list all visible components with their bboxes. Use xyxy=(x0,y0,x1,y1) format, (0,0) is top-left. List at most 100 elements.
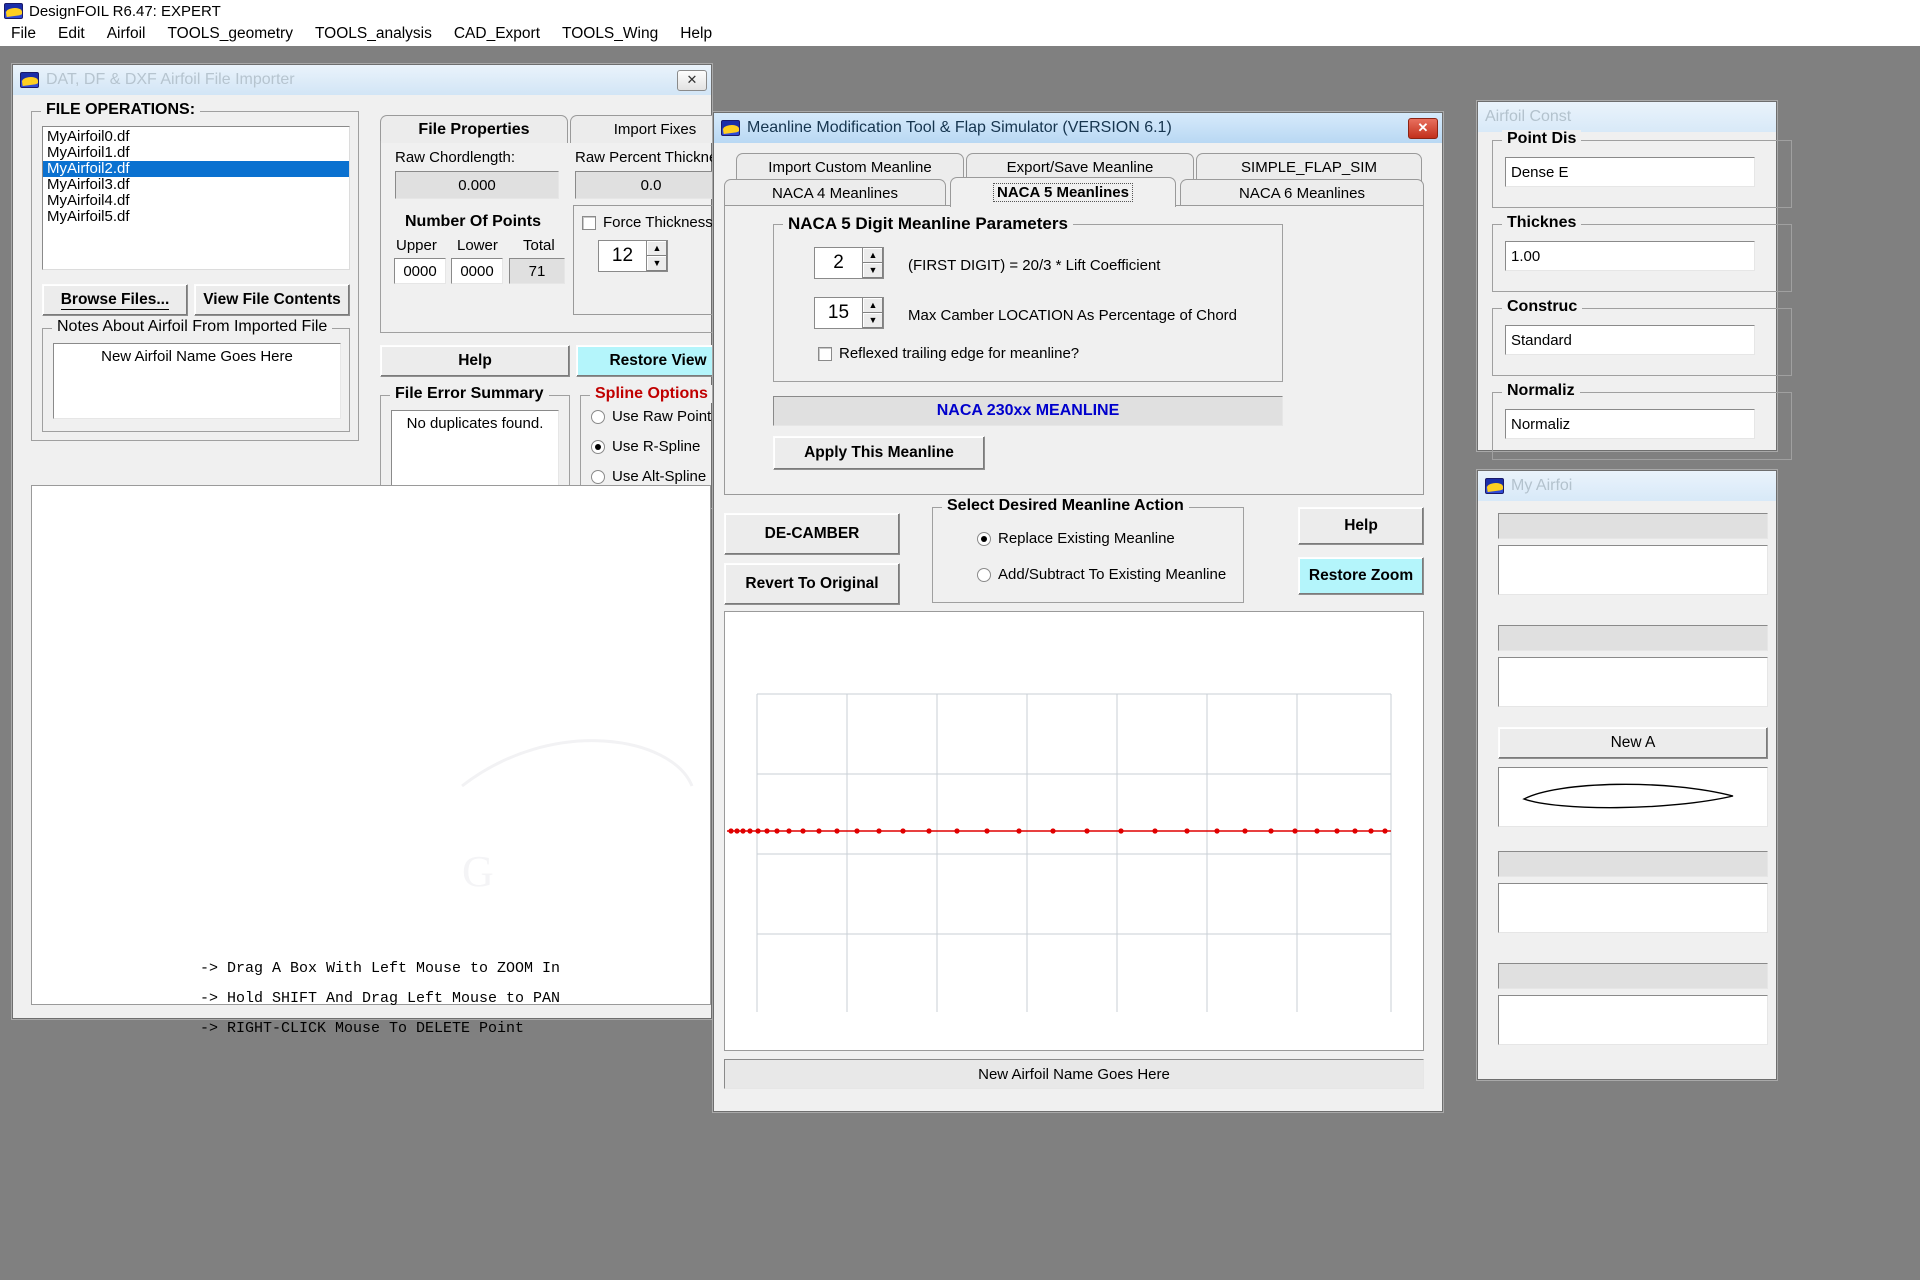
normalize-field[interactable]: Normaliz xyxy=(1505,409,1755,439)
menu-item-cad-export[interactable]: CAD_Export xyxy=(443,23,551,45)
stepper-down-icon[interactable]: ▼ xyxy=(863,263,883,278)
file-importer-close-button[interactable]: ✕ xyxy=(677,69,707,91)
force-thickness-stepper[interactable]: 12 ▲ ▼ xyxy=(598,240,668,272)
first-digit-label: (FIRST DIGIT) = 20/3 * Lift Coefficient xyxy=(908,257,1161,274)
stepper-down-icon[interactable]: ▼ xyxy=(647,256,667,271)
file-importer-titlebar: DAT, DF & DXF Airfoil File Importer ✕ xyxy=(13,65,711,95)
tab-simple-flap-sim[interactable]: SIMPLE_FLAP_SIM xyxy=(1196,153,1422,181)
meanline-plot-canvas[interactable] xyxy=(724,611,1424,1051)
file-error-summary-text-box: No duplicates found. xyxy=(391,410,559,494)
radio-use-raw-points[interactable]: Use Raw Points xyxy=(591,408,719,425)
meanline-plot-graphics xyxy=(727,693,1392,1012)
importer-plot-canvas[interactable]: G -> Drag A Box With Left Mouse to ZOOM … xyxy=(31,485,711,1037)
list-item[interactable]: MyAirfoil4.df xyxy=(43,193,349,209)
revert-to-original-button[interactable]: Revert To Original xyxy=(724,563,900,605)
tab-file-properties[interactable]: File Properties xyxy=(380,115,568,143)
menu-bar[interactable]: File Edit Airfoil TOOLS_geometry TOOLS_a… xyxy=(0,22,1920,46)
stepper-arrows[interactable]: ▲ ▼ xyxy=(646,240,668,272)
tab-naca-6-meanlines[interactable]: NACA 6 Meanlines xyxy=(1180,179,1424,207)
my-airfoil-window: My Airfoi New A xyxy=(1477,470,1777,1080)
first-digit-stepper[interactable]: 2 ▲ ▼ xyxy=(814,247,884,279)
raw-chordlength-value: 0.000 xyxy=(395,171,559,199)
browse-files-button[interactable]: Browse Files... xyxy=(42,284,188,316)
first-digit-value: 2 xyxy=(814,247,862,279)
normalize-group: Normaliz Normaliz xyxy=(1492,382,1792,460)
thickness-label: Thicknes xyxy=(1502,214,1582,232)
normalize-label: Normaliz xyxy=(1502,382,1580,400)
meanline-title-text: Meanline Modification Tool & Flap Simula… xyxy=(747,119,1172,136)
point-distribution-field[interactable]: Dense E xyxy=(1505,157,1755,187)
meanline-status-bar: New Airfoil Name Goes Here xyxy=(724,1059,1424,1089)
menu-item-tools-analysis[interactable]: TOOLS_analysis xyxy=(304,23,443,45)
stepper-up-icon[interactable]: ▲ xyxy=(863,248,883,263)
camber-location-value: 15 xyxy=(814,297,862,329)
meanline-close-button[interactable]: ✕ xyxy=(1408,117,1438,139)
lower-points-field[interactable]: 0000 xyxy=(451,258,503,284)
upper-points-field[interactable]: 0000 xyxy=(394,258,446,284)
meanline-titlebar: Meanline Modification Tool & Flap Simula… xyxy=(714,113,1442,143)
camber-location-label: Max Camber LOCATION As Percentage of Cho… xyxy=(908,307,1238,324)
my-airfoil-readout-1 xyxy=(1498,513,1768,539)
apply-this-meanline-button[interactable]: Apply This Meanline xyxy=(773,436,985,470)
new-airfoil-button[interactable]: New A xyxy=(1498,727,1768,759)
list-item[interactable]: MyAirfoil0.df xyxy=(43,129,349,145)
tab-naca-5-meanlines[interactable]: NACA 5 Meanlines xyxy=(950,177,1176,207)
construction-label: Construc xyxy=(1502,298,1583,316)
my-airfoil-input-1[interactable] xyxy=(1498,545,1768,595)
thickness-field[interactable]: 1.00 xyxy=(1505,241,1755,271)
meanline-tool-window: Meanline Modification Tool & Flap Simula… xyxy=(713,112,1443,1112)
radio-use-r-spline[interactable]: Use R-Spline xyxy=(591,438,700,455)
reflexed-trailing-edge-checkbox[interactable]: Reflexed trailing edge for meanline? xyxy=(818,345,1079,362)
designfoil-logo-icon xyxy=(20,72,39,88)
menu-item-file[interactable]: File xyxy=(0,23,47,45)
camber-location-stepper[interactable]: 15 ▲ ▼ xyxy=(814,297,884,329)
list-item[interactable]: MyAirfoil5.df xyxy=(43,209,349,225)
stepper-up-icon[interactable]: ▲ xyxy=(863,298,883,313)
list-item[interactable]: MyAirfoil2.df xyxy=(43,161,349,177)
list-item[interactable]: MyAirfoil1.df xyxy=(43,145,349,161)
list-item[interactable]: MyAirfoil3.df xyxy=(43,177,349,193)
stepper-up-icon[interactable]: ▲ xyxy=(647,241,667,256)
app-title-bar: DesignFOIL R6.47: EXPERT xyxy=(0,0,1920,22)
view-file-contents-button[interactable]: View File Contents xyxy=(194,284,350,316)
de-camber-button[interactable]: DE-CAMBER xyxy=(724,513,900,555)
my-airfoil-input-4[interactable] xyxy=(1498,995,1768,1045)
naca5-params-label: NACA 5 Digit Meanline Parameters xyxy=(783,214,1073,234)
file-importer-title-text: DAT, DF & DXF Airfoil File Importer xyxy=(46,71,295,88)
my-airfoil-titlebar: My Airfoi xyxy=(1478,471,1776,501)
raw-percent-thickness-value: 0.0 xyxy=(575,171,727,199)
menu-item-help[interactable]: Help xyxy=(669,23,723,45)
radio-add-subtract-meanline[interactable]: Add/Subtract To Existing Meanline xyxy=(977,566,1226,583)
construction-field[interactable]: Standard xyxy=(1505,325,1755,355)
meanline-help-button[interactable]: Help xyxy=(1298,507,1424,545)
importer-help-button[interactable]: Help xyxy=(380,345,570,377)
menu-item-tools-wing[interactable]: TOOLS_Wing xyxy=(551,23,669,45)
my-airfoil-input-2[interactable] xyxy=(1498,657,1768,707)
stepper-down-icon[interactable]: ▼ xyxy=(863,313,883,328)
tab-naca-4-meanlines[interactable]: NACA 4 Meanlines xyxy=(724,179,946,207)
radio-replace-existing-meanline[interactable]: Replace Existing Meanline xyxy=(977,530,1175,547)
airfoil-construction-title-text: Airfoil Const xyxy=(1485,108,1572,125)
force-thickness-checkbox[interactable]: Force Thickness? xyxy=(582,214,721,231)
file-list[interactable]: MyAirfoil0.df MyAirfoil1.df MyAirfoil2.d… xyxy=(42,126,350,270)
menu-item-tools-geometry[interactable]: TOOLS_geometry xyxy=(156,23,304,45)
notes-textarea[interactable]: New Airfoil Name Goes Here xyxy=(53,343,341,419)
stepper-arrows[interactable]: ▲ ▼ xyxy=(862,247,884,279)
force-thickness-group: Force Thickness? 12 ▲ ▼ xyxy=(573,205,727,315)
designfoil-logo-icon xyxy=(721,120,740,136)
desktop-background: Airfoil Const Point Dis Dense E Thicknes… xyxy=(0,46,1920,1280)
stepper-arrows[interactable]: ▲ ▼ xyxy=(862,297,884,329)
radio-icon xyxy=(977,567,991,582)
menu-item-edit[interactable]: Edit xyxy=(47,23,96,45)
restore-zoom-button[interactable]: Restore Zoom xyxy=(1298,557,1424,595)
file-operations-label: FILE OPERATIONS: xyxy=(41,101,201,119)
thickness-value: 1.00 xyxy=(1511,247,1541,265)
my-airfoil-input-3[interactable] xyxy=(1498,883,1768,933)
reflexed-trailing-edge-label: Reflexed trailing edge for meanline? xyxy=(839,345,1080,362)
radio-use-alt-spline[interactable]: Use Alt-Spline xyxy=(591,468,706,485)
notes-text: New Airfoil Name Goes Here xyxy=(101,348,293,365)
tab-import-custom-meanline[interactable]: Import Custom Meanline xyxy=(736,153,964,181)
meanline-action-label: Select Desired Meanline Action xyxy=(942,497,1189,515)
menu-item-airfoil[interactable]: Airfoil xyxy=(96,23,157,45)
importer-plot-graphics: G xyxy=(461,739,694,896)
